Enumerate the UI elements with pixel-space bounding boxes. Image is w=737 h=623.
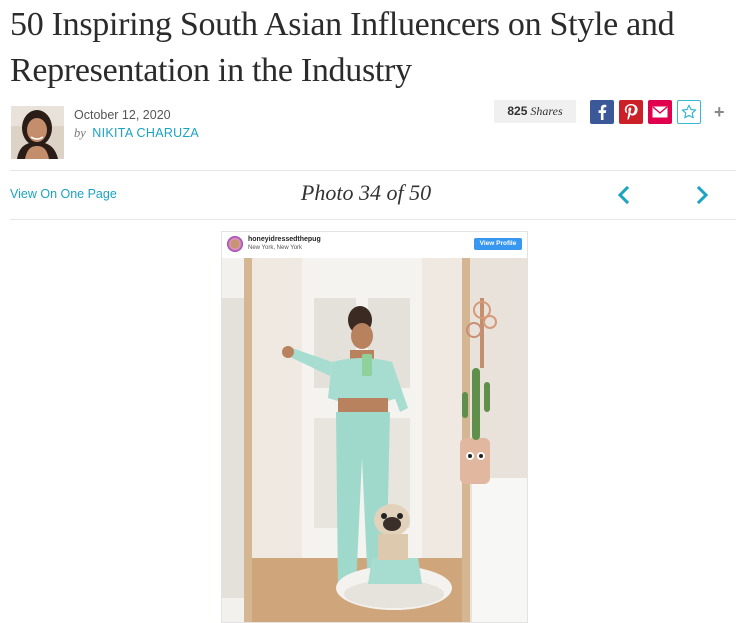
next-photo-button[interactable] (692, 184, 712, 206)
more-share-options-button[interactable]: + (714, 101, 725, 123)
instagram-avatar[interactable] (227, 236, 243, 252)
author-link[interactable]: NIKITA CHARUZA (92, 126, 199, 140)
author-avatar[interactable] (11, 106, 64, 159)
byline-prefix: by (74, 126, 86, 140)
byline: by NIKITA CHARUZA (74, 126, 199, 141)
view-on-one-page-link[interactable]: View On One Page (10, 187, 117, 201)
chevron-right-icon (696, 185, 709, 205)
publish-date: October 12, 2020 (74, 108, 171, 122)
instagram-embed: honeyidressedthepug New York, New York V… (221, 231, 528, 623)
star-icon (681, 104, 697, 119)
instagram-header: honeyidressedthepug New York, New York V… (222, 232, 527, 259)
share-count: 825 Shares (494, 100, 576, 123)
email-icon (652, 106, 668, 118)
facebook-icon (598, 104, 607, 120)
email-share-button[interactable] (648, 100, 672, 124)
save-favorite-button[interactable] (677, 100, 701, 124)
share-count-label: Shares (530, 104, 563, 118)
facebook-share-button[interactable] (590, 100, 614, 124)
instagram-photo[interactable] (222, 258, 527, 622)
previous-photo-button[interactable] (614, 184, 634, 206)
instagram-location: New York, New York (248, 245, 303, 251)
view-profile-button[interactable]: View Profile (474, 238, 522, 250)
instagram-username[interactable]: honeyidressedthepug (248, 236, 321, 243)
pinterest-share-button[interactable] (619, 100, 643, 124)
share-count-number: 825 (507, 104, 528, 118)
chevron-left-icon (617, 185, 630, 205)
photo-counter: Photo 34 of 50 (300, 180, 432, 205)
divider (10, 170, 736, 171)
article-title: 50 Inspiring South Asian Influencers on … (10, 6, 675, 89)
pinterest-icon (624, 104, 638, 120)
divider (10, 219, 736, 220)
